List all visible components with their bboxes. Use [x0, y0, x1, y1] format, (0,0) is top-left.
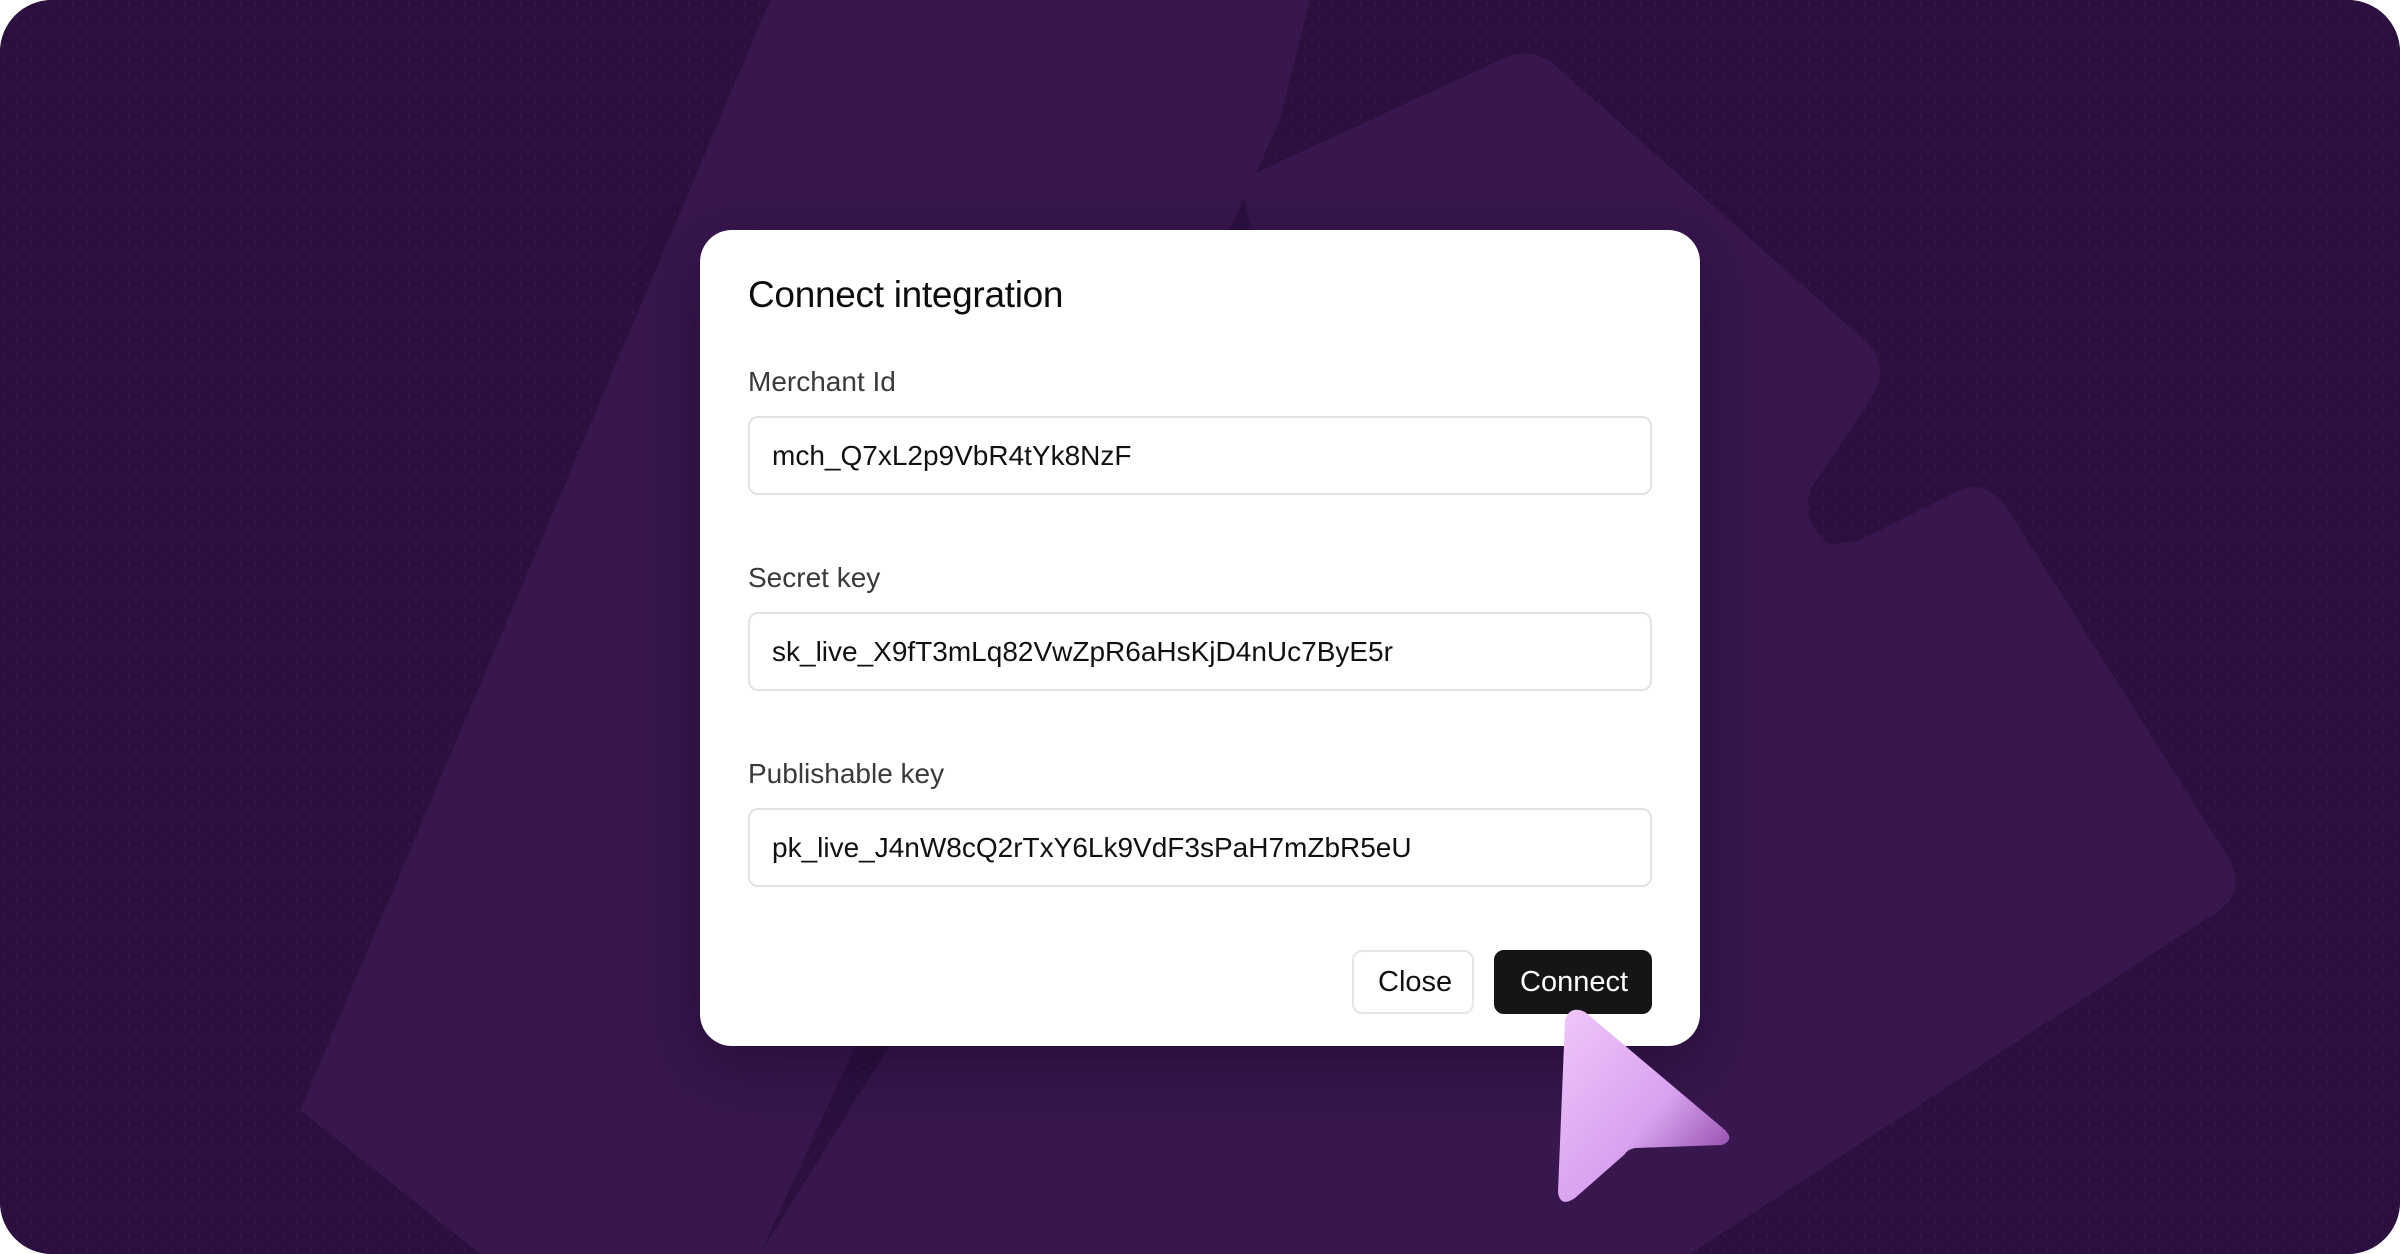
- connect-integration-dialog: Connect integration Merchant Id Secret k…: [700, 230, 1700, 1046]
- secret-key-field: Secret key: [748, 562, 1652, 691]
- merchant-id-input[interactable]: [748, 416, 1652, 495]
- publishable-key-label: Publishable key: [748, 758, 945, 789]
- publishable-key-field: Publishable key: [748, 758, 1652, 887]
- pointer-cursor-icon: [1558, 1009, 1730, 1202]
- merchant-id-label: Merchant Id: [748, 366, 896, 397]
- secret-key-input[interactable]: [748, 612, 1652, 691]
- publishable-key-input[interactable]: [748, 808, 1652, 887]
- merchant-id-field: Merchant Id: [748, 366, 1652, 495]
- dialog-title: Connect integration: [748, 274, 1064, 315]
- app-canvas: Connect integration Merchant Id Secret k…: [0, 0, 2400, 1254]
- close-button[interactable]: Close: [1352, 950, 1474, 1014]
- secret-key-label: Secret key: [748, 562, 881, 593]
